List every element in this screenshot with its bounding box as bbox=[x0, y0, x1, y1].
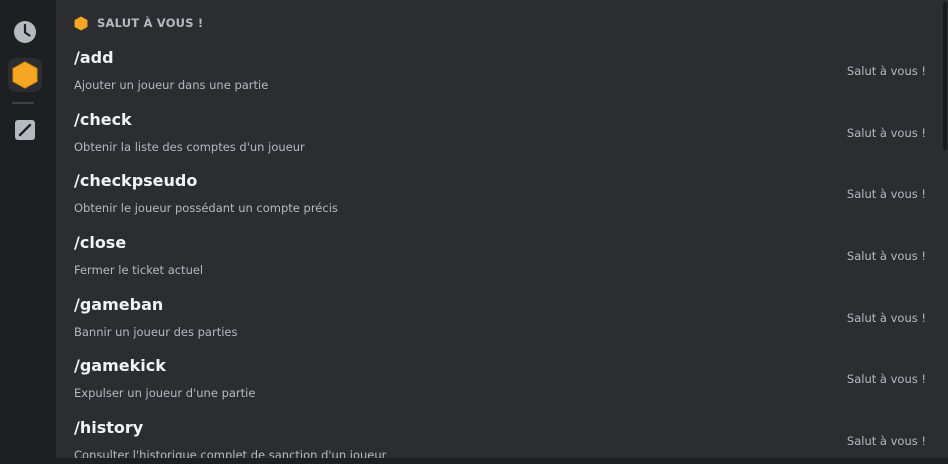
command-description: Obtenir la liste des comptes d'un joueur bbox=[74, 139, 305, 154]
command-row-gameban[interactable]: /gameban Bannir un joueur des parties Sa… bbox=[56, 287, 948, 349]
command-list-panel: SALUT À VOUS ! /add Ajouter un joueur da… bbox=[56, 0, 948, 464]
command-description: Ajouter un joueur dans une partie bbox=[74, 78, 269, 92]
command-app-name: Salut à vous ! bbox=[846, 125, 926, 140]
command-name: /checkpseudo bbox=[74, 171, 198, 191]
command-list: /add Ajouter un joueur dans une partie S… bbox=[56, 40, 948, 464]
hexagon-icon bbox=[74, 16, 88, 30]
builtin-commands-button[interactable] bbox=[8, 113, 42, 147]
command-app-name: Salut à vous ! bbox=[846, 434, 926, 449]
app-commands-button[interactable] bbox=[8, 58, 42, 92]
command-row-gamekick[interactable]: /gamekick Expulser un joueur d'une parti… bbox=[56, 348, 948, 410]
command-app-name: Salut à vous ! bbox=[846, 249, 926, 264]
recent-commands-button[interactable] bbox=[8, 15, 42, 49]
rail-divider bbox=[12, 102, 34, 104]
panel-bottom-edge bbox=[56, 458, 948, 464]
section-header: SALUT À VOUS ! bbox=[74, 14, 203, 32]
command-name: /check bbox=[74, 109, 132, 129]
command-app-name: Salut à vous ! bbox=[846, 187, 926, 202]
command-row-check[interactable]: /check Obtenir la liste des comptes d'un… bbox=[56, 102, 948, 164]
slash-icon bbox=[15, 120, 35, 140]
command-description: Expulser un joueur d'une partie bbox=[74, 386, 256, 401]
command-description: Bannir un joueur des parties bbox=[74, 324, 238, 339]
clock-icon bbox=[14, 21, 36, 43]
scrollbar-thumb[interactable] bbox=[943, 2, 947, 150]
command-row-checkpseudo[interactable]: /checkpseudo Obtenir le joueur possédant… bbox=[56, 163, 948, 225]
command-name: /gamekick bbox=[74, 356, 166, 376]
command-row-add[interactable]: /add Ajouter un joueur dans une partie S… bbox=[56, 40, 948, 102]
command-row-history[interactable]: /history Consulter l'historique complet … bbox=[56, 410, 948, 464]
command-description: Fermer le ticket actuel bbox=[74, 263, 204, 278]
section-title: SALUT À VOUS ! bbox=[97, 16, 204, 30]
hexagon-icon bbox=[12, 61, 38, 89]
command-app-name: Salut à vous ! bbox=[846, 372, 926, 387]
command-picker: SALUT À VOUS ! /add Ajouter un joueur da… bbox=[0, 0, 948, 464]
command-app-name: Salut à vous ! bbox=[846, 64, 926, 78]
command-name: /close bbox=[74, 233, 127, 253]
app-rail bbox=[0, 0, 56, 464]
command-name: /history bbox=[74, 418, 144, 438]
command-description: Obtenir le joueur possédant un compte pr… bbox=[74, 201, 338, 216]
command-name: /gameban bbox=[74, 294, 164, 314]
command-name: /add bbox=[74, 48, 114, 67]
command-app-name: Salut à vous ! bbox=[846, 310, 926, 325]
command-row-close[interactable]: /close Fermer le ticket actuel Salut à v… bbox=[56, 225, 948, 287]
